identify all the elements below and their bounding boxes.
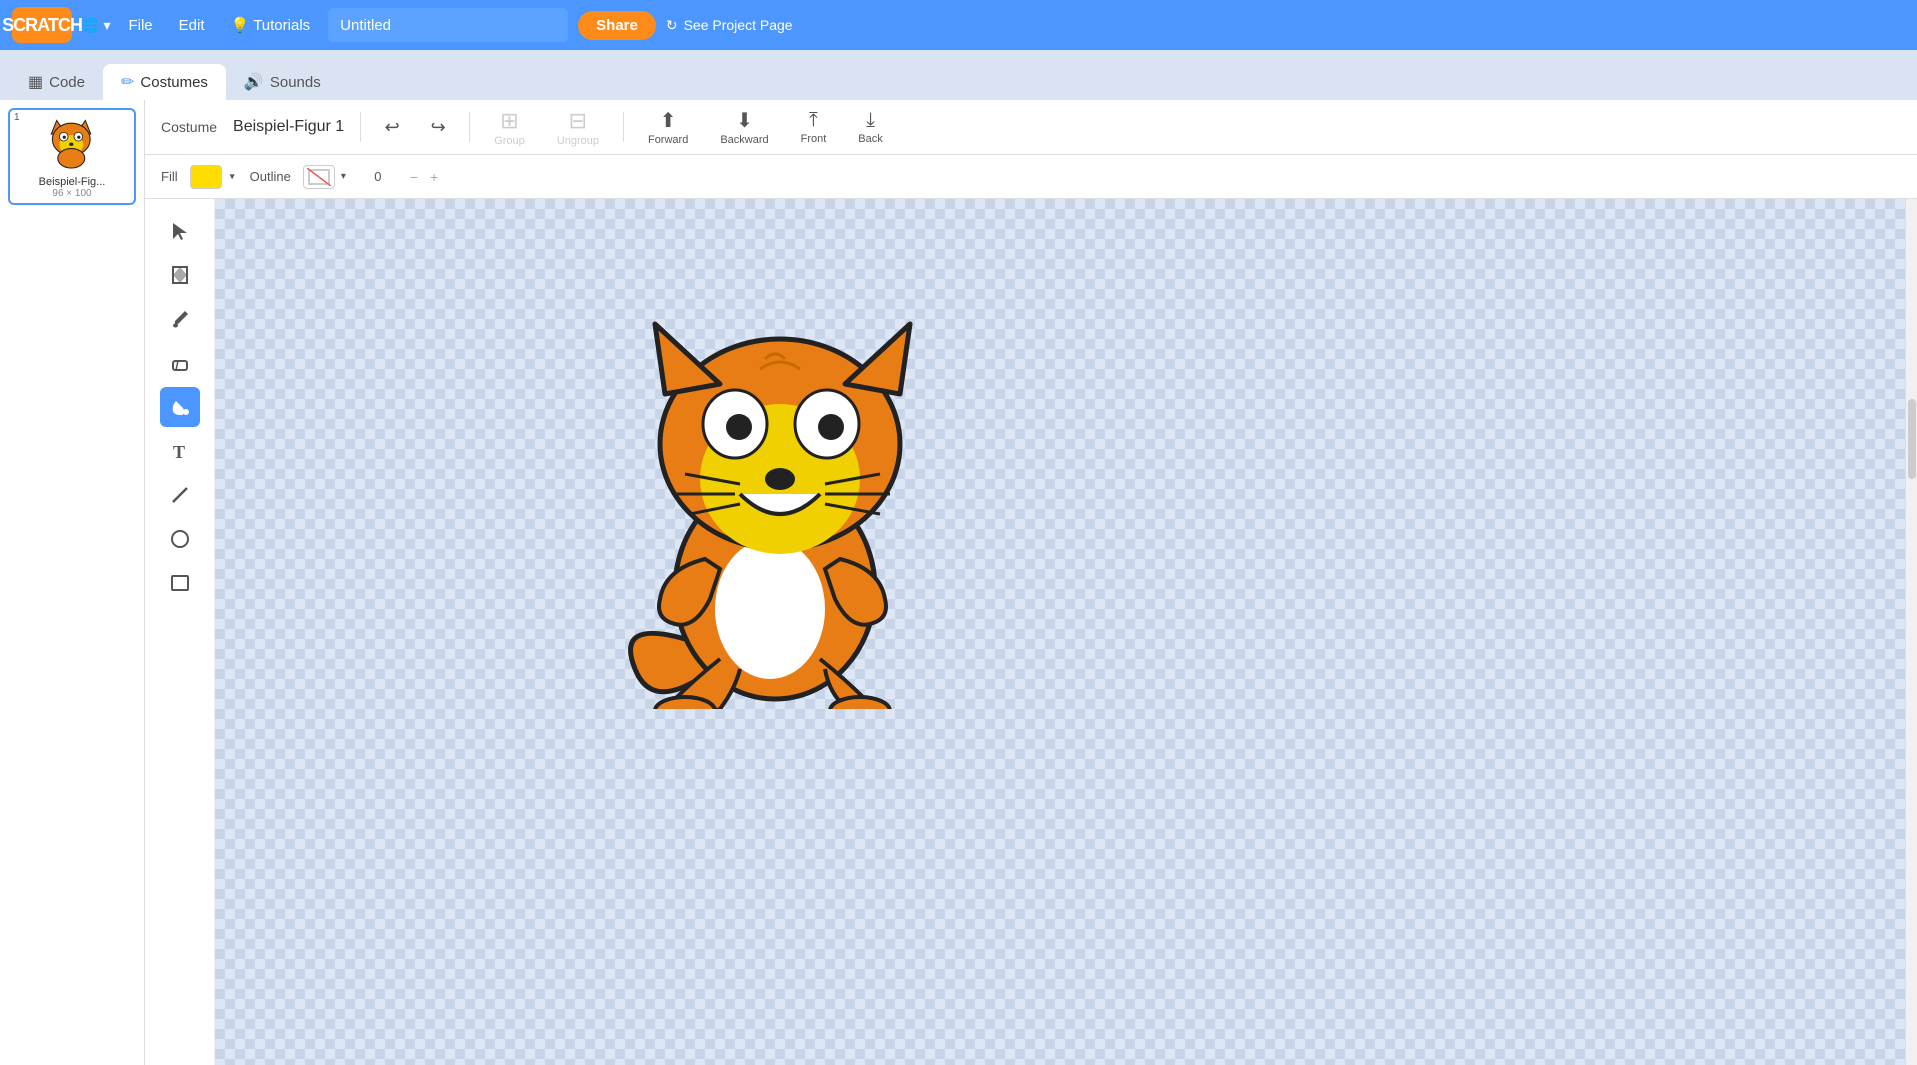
select-tool[interactable] [160,211,200,251]
fill-label: Fill [161,169,178,184]
scratch-logo[interactable]: SCRATCH [12,7,72,43]
see-project-label: See Project Page [684,17,793,33]
costume-thumbnail [32,114,112,174]
outline-increase-button[interactable]: + [430,169,438,185]
line-icon [170,485,190,505]
edit-menu[interactable]: Edit [171,13,213,38]
ungroup-icon: ⊟ [569,108,587,134]
topbar: SCRATCH 🌐 ▾ File Edit 💡 Tutorials Share … [0,0,1917,50]
costume-panel: 1 [0,100,145,1065]
back-icon: ⤓ [866,109,875,132]
front-label: Front [801,133,827,145]
code-icon: ▦ [28,72,43,92]
toolbar-separator-2 [469,112,470,142]
backward-icon: ⬇ [736,108,753,133]
back-button[interactable]: ⤓ Back [850,107,890,147]
eraser-tool[interactable] [160,343,200,383]
tab-code[interactable]: ▦ Code [10,64,103,100]
outline-label: Outline [250,169,291,184]
outline-dropdown-arrow: ▾ [341,171,346,182]
ungroup-button[interactable]: ⊟ Ungroup [549,106,607,149]
front-button[interactable]: ⤒ Front [793,107,835,147]
fill-row: Fill ▾ Outline ▾ 0 − + [145,155,1917,199]
fill-icon [170,397,190,417]
tools-canvas: T [145,199,1917,1065]
front-icon: ⤒ [809,109,818,132]
project-title-input[interactable] [328,8,568,42]
group-button[interactable]: ⊞ Group [486,106,533,149]
reshape-icon [170,265,190,285]
reshape-tool[interactable] [160,255,200,295]
group-icon: ⊞ [500,108,518,134]
undo-button[interactable]: ↩ [377,112,407,142]
sounds-icon: 🔊 [244,72,264,92]
redo-icon: ↪ [431,117,446,138]
see-project-button[interactable]: ↻ See Project Page [666,17,793,34]
rect-icon [170,573,190,593]
file-menu[interactable]: File [120,13,160,38]
costumes-icon: ✏ [121,72,134,92]
circle-icon [170,529,190,549]
fill-tool[interactable] [160,387,200,427]
outline-decrease-button[interactable]: − [410,169,418,185]
tools-panel: T [145,199,215,1065]
circle-tool[interactable] [160,519,200,559]
editor-toolbar: Costume Beispiel-Figur 1 ↩ ↪ ⊞ Group ⊟ U… [145,100,1917,155]
costume-size-label: 96 × 100 [14,188,130,199]
line-tool[interactable] [160,475,200,515]
toolbar-separator-1 [360,112,361,142]
text-tool[interactable]: T [160,431,200,471]
costume-name-display[interactable]: Beispiel-Figur 1 [233,118,344,136]
language-button[interactable]: 🌐 ▾ [82,17,110,34]
see-project-icon: ↻ [666,17,678,34]
costume-number: 1 [14,112,20,123]
tutorials-button[interactable]: 💡 Tutorials [223,12,319,38]
code-tab-label: Code [49,74,85,91]
rect-tool[interactable] [160,563,200,603]
ungroup-label: Ungroup [557,135,599,147]
forward-label: Forward [648,134,688,146]
select-icon [170,221,190,241]
brush-tool[interactable] [160,299,200,339]
outline-number: 0 [358,169,398,184]
fill-dropdown-arrow: ▾ [230,171,235,182]
undo-icon: ↩ [385,117,400,138]
tabbar: ▦ Code ✏ Costumes 🔊 Sounds [0,50,1917,100]
language-chevron: ▾ [103,17,110,34]
sounds-tab-label: Sounds [270,74,321,91]
forward-icon: ⬆ [660,108,677,133]
group-label: Group [494,135,525,147]
tab-sounds[interactable]: 🔊 Sounds [226,64,339,100]
redo-button[interactable]: ↪ [423,112,453,142]
outline-color-swatch[interactable] [303,165,335,189]
checkerboard-background [215,199,1905,1065]
tutorials-label: Tutorials [253,17,310,34]
fill-color-swatch[interactable]: ▾ [190,165,222,189]
svg-text:T: T [173,442,185,461]
brush-icon [170,309,190,329]
costumes-tab-label: Costumes [140,74,208,91]
globe-icon: 🌐 [82,17,99,34]
tutorials-icon: 💡 [231,16,250,34]
costume-label: Costume [161,119,217,135]
sprite-canvas [565,279,945,709]
text-icon: T [170,441,190,461]
back-label: Back [858,133,882,145]
canvas-area[interactable] [215,199,1905,1065]
toolbar-separator-3 [623,112,624,142]
eraser-icon [170,353,190,373]
costume-name-label: Beispiel-Fig... [14,176,130,188]
costume-item[interactable]: 1 [8,108,136,205]
editor-area: Costume Beispiel-Figur 1 ↩ ↪ ⊞ Group ⊟ U… [145,100,1917,1065]
right-scrollbar[interactable] [1905,199,1917,1065]
tab-costumes[interactable]: ✏ Costumes [103,64,226,100]
backward-button[interactable]: ⬇ Backward [712,106,776,148]
main-area: 1 [0,100,1917,1065]
share-button[interactable]: Share [578,11,656,40]
backward-label: Backward [720,134,768,146]
forward-button[interactable]: ⬆ Forward [640,106,696,148]
scrollbar-thumb[interactable] [1908,399,1916,479]
